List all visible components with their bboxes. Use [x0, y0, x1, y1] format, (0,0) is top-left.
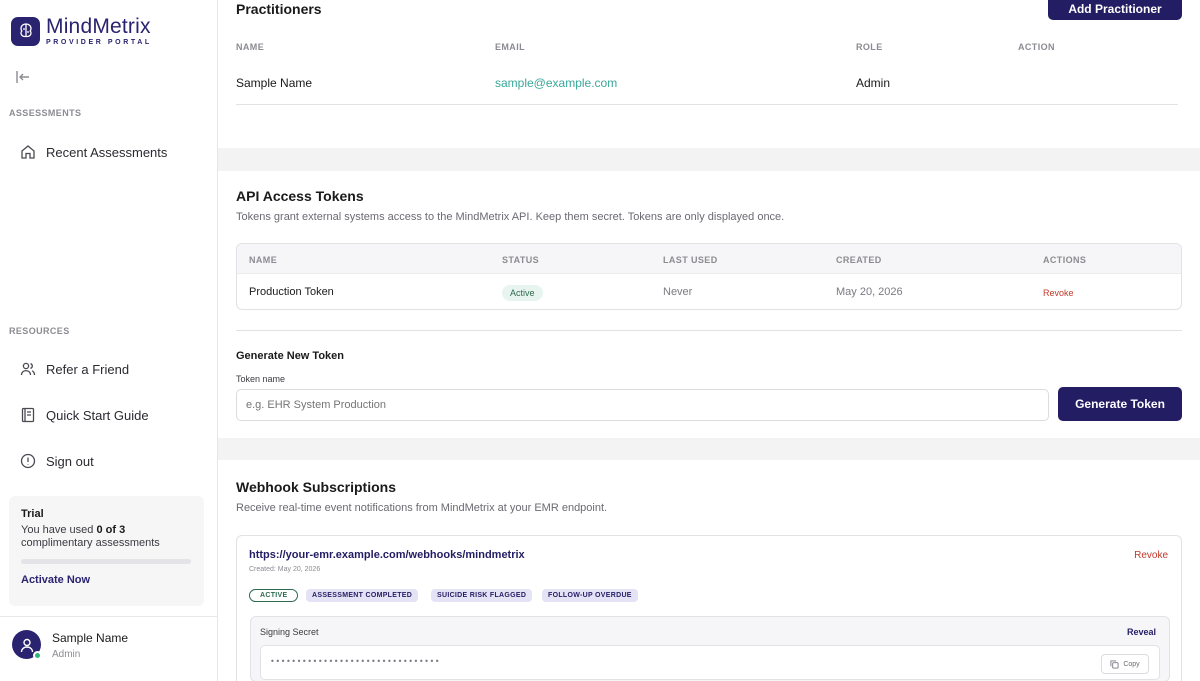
event-tag-suicide-risk-flagged: SUICIDE RISK FLAGGED	[431, 589, 533, 602]
resources-section-label: RESOURCES	[9, 326, 70, 336]
practitioners-panel: Practitioners Add Practitioner NAME EMAI…	[218, 0, 1200, 148]
sidebar: MindMetrix PROVIDER PORTAL ASSESSMENTS R…	[0, 0, 218, 681]
webhooks-title: Webhook Subscriptions	[236, 479, 396, 495]
copy-icon	[1110, 659, 1119, 669]
token-created: May 20, 2026	[836, 286, 903, 298]
api-tokens-panel: API Access Tokens Tokens grant external …	[218, 171, 1200, 438]
practitioner-role: Admin	[856, 76, 891, 90]
nav-quick-start-guide[interactable]: Quick Start Guide	[20, 407, 149, 423]
nav-sign-out-label: Sign out	[46, 453, 94, 469]
status-badge: Active	[502, 285, 543, 301]
book-icon	[20, 407, 36, 423]
signing-secret-field: •••••••••••••••••••••••••••••••• Copy	[260, 645, 1160, 680]
event-tag-follow-up-overdue: FOLLOW-UP OVERDUE	[542, 589, 638, 602]
masked-secret-value: ••••••••••••••••••••••••••••••••	[270, 657, 441, 666]
tokens-table: NAME STATUS LAST USED CREATED ACTIONS Pr…	[236, 243, 1182, 310]
token-name-label: Token name	[236, 374, 286, 384]
webhook-created-date: Created: May 20, 2026	[249, 566, 321, 573]
column-header-email: EMAIL	[495, 42, 525, 52]
trial-progress-bar	[21, 559, 191, 564]
api-tokens-title: API Access Tokens	[236, 188, 364, 204]
webhook-status-badge: ACTIVE	[249, 589, 299, 602]
signing-secret-box: Signing Secret Reveal ••••••••••••••••••…	[250, 616, 1170, 681]
section-divider	[236, 330, 1182, 331]
column-header-action: ACTION	[1018, 42, 1055, 52]
revoke-token-button[interactable]: Revoke	[1043, 288, 1074, 298]
copy-secret-button[interactable]: Copy	[1101, 654, 1149, 674]
generate-token-button[interactable]: Generate Token	[1058, 387, 1182, 421]
home-icon	[20, 144, 36, 160]
brand-subtitle: PROVIDER PORTAL	[46, 39, 152, 46]
webhook-card: https://your-emr.example.com/webhooks/mi…	[236, 535, 1182, 681]
user-icon	[20, 638, 33, 652]
tokens-col-status: STATUS	[502, 255, 540, 265]
api-tokens-description: Tokens grant external systems access to …	[236, 211, 785, 223]
reveal-secret-button[interactable]: Reveal	[1127, 627, 1156, 637]
token-name: Production Token	[249, 286, 334, 298]
trial-usage-text: You have used 0 of 3 complimentary asses…	[21, 524, 192, 550]
event-tag-assessment-completed: ASSESSMENT COMPLETED	[306, 589, 419, 602]
trial-text-suffix: complimentary assessments	[21, 537, 160, 549]
brain-logo-icon	[11, 16, 40, 46]
tokens-col-name: NAME	[249, 255, 278, 265]
nav-refer-friend[interactable]: Refer a Friend	[20, 361, 129, 377]
generate-token-title: Generate New Token	[236, 350, 344, 362]
info-circle-icon	[20, 453, 36, 469]
tokens-col-actions: ACTIONS	[1043, 255, 1087, 265]
revoke-webhook-button[interactable]: Revoke	[1134, 550, 1168, 561]
online-status-dot	[33, 651, 42, 660]
column-header-name: NAME	[236, 42, 265, 52]
nav-recent-assessments[interactable]: Recent Assessments	[20, 144, 167, 160]
table-row: Production Token Active Never May 20, 20…	[237, 274, 1181, 309]
trial-title: Trial	[21, 508, 44, 520]
brand-logo[interactable]: MindMetrix PROVIDER PORTAL	[11, 16, 152, 46]
avatar[interactable]	[12, 630, 42, 660]
tokens-col-last-used: LAST USED	[663, 255, 718, 265]
copy-button-label: Copy	[1123, 660, 1140, 668]
tokens-col-created: CREATED	[836, 255, 882, 265]
users-icon	[20, 361, 36, 377]
nav-refer-friend-label: Refer a Friend	[46, 361, 130, 377]
webhook-url: https://your-emr.example.com/webhooks/mi…	[249, 549, 525, 561]
collapse-sidebar-icon[interactable]	[15, 70, 31, 84]
tokens-table-header: NAME STATUS LAST USED CREATED ACTIONS	[237, 244, 1181, 274]
trial-used-count: 0 of 3	[96, 524, 126, 536]
token-name-input[interactable]	[236, 389, 1049, 421]
user-role: Admin	[52, 649, 81, 660]
nav-quick-start-guide-label: Quick Start Guide	[46, 407, 149, 423]
column-header-role: ROLE	[856, 42, 883, 52]
user-name: Sample Name	[52, 631, 129, 645]
practitioner-name: Sample Name	[236, 76, 313, 90]
token-last-used: Never	[663, 286, 693, 298]
trial-text-prefix: You have used	[21, 524, 94, 536]
practitioners-title: Practitioners	[236, 1, 322, 17]
signing-secret-label: Signing Secret	[260, 627, 319, 637]
nav-sign-out[interactable]: Sign out	[20, 453, 94, 469]
trial-card: Trial You have used 0 of 3 complimentary…	[9, 496, 204, 606]
user-divider	[0, 616, 218, 617]
webhooks-description: Receive real-time event notifications fr…	[236, 502, 608, 514]
assessments-section-label: ASSESSMENTS	[9, 108, 82, 118]
brand-name: MindMetrix	[46, 15, 151, 38]
nav-recent-assessments-label: Recent Assessments	[46, 144, 168, 160]
activate-now-link[interactable]: Activate Now	[21, 574, 192, 586]
row-divider	[236, 104, 1178, 105]
add-practitioner-button[interactable]: Add Practitioner	[1048, 0, 1182, 20]
practitioner-email-link[interactable]: sample@example.com	[495, 76, 617, 90]
